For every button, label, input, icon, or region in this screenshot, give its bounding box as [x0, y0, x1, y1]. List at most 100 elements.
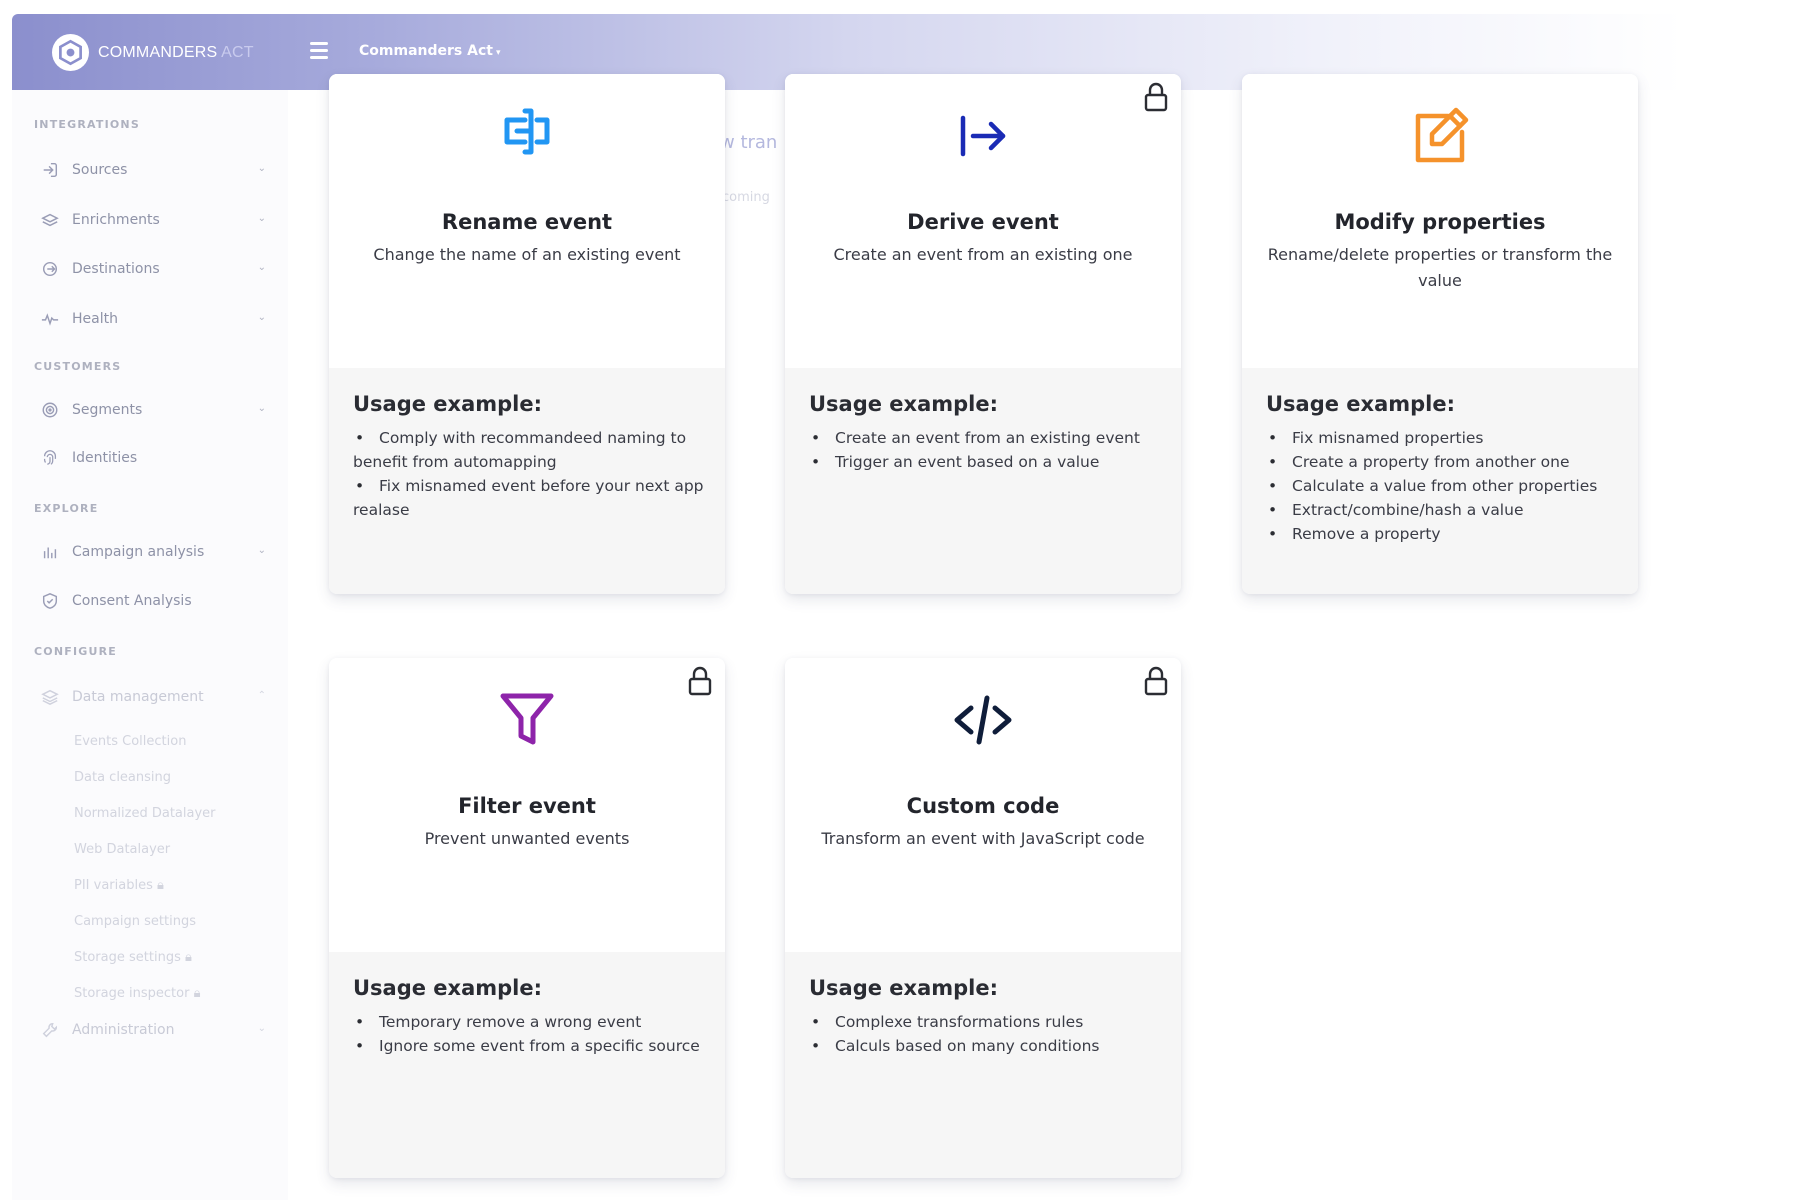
- logo-hexagon-icon: [52, 34, 89, 71]
- usage-list: Comply with recommandeed naming to benef…: [353, 426, 705, 522]
- pulse-icon: [40, 309, 60, 329]
- card-modify-properties[interactable]: Modify properties Rename/delete properti…: [1242, 74, 1638, 594]
- logo-text: COMMANDERS ACT: [98, 43, 254, 61]
- background-heading: w tran: [720, 132, 778, 153]
- section-customers: CUSTOMERS: [34, 360, 122, 373]
- edit-icon: [1408, 104, 1472, 168]
- usage-item: Remove a property: [1266, 522, 1618, 546]
- sidebar-subitem-storage-settings[interactable]: Storage settings 🔒︎: [74, 950, 192, 965]
- sidebar-item-health[interactable]: Health ⌄: [40, 305, 276, 333]
- card-custom-code[interactable]: Custom code Transform an event with Java…: [785, 658, 1181, 1178]
- sidebar-subitem-web-datalayer[interactable]: Web Datalayer: [74, 842, 170, 857]
- lock-icon: 🔒︎: [157, 878, 164, 893]
- chevron-down-icon: ⌄: [257, 262, 266, 273]
- sidebar-subitem-label: Storage settings: [74, 950, 181, 965]
- arrow-right-to-line-icon: [951, 104, 1015, 168]
- sidebar-item-consent-analysis[interactable]: Consent Analysis: [40, 587, 276, 615]
- chevron-down-icon: ⌄: [257, 163, 266, 174]
- card-header: Custom code Transform an event with Java…: [785, 658, 1181, 952]
- usage-item: Temporary remove a wrong event: [353, 1010, 705, 1034]
- usage-title: Usage example:: [809, 392, 999, 416]
- card-title: Modify properties: [1334, 210, 1546, 234]
- sidebar-item-label: Consent Analysis: [72, 593, 192, 609]
- sidebar-item-segments[interactable]: Segments ⌄: [40, 396, 276, 424]
- usage-item: Comply with recommandeed naming to benef…: [353, 426, 705, 474]
- sidebar-item-label: Data management: [72, 689, 204, 705]
- card-title: Custom code: [906, 794, 1060, 818]
- sidebar-item-label: Enrichments: [72, 212, 160, 228]
- card-description: Change the name of an existing event: [373, 245, 681, 264]
- usage-title: Usage example:: [809, 976, 999, 1000]
- card-title: Rename event: [441, 210, 613, 234]
- sidebar-item-identities[interactable]: Identities: [40, 444, 276, 472]
- sidebar-item-administration[interactable]: Administration ⌄: [40, 1016, 276, 1044]
- sidebar-item-label: Sources: [72, 162, 128, 178]
- sidebar-subitem-events-collection[interactable]: Events Collection: [74, 734, 186, 749]
- logo[interactable]: COMMANDERS ACT: [52, 34, 254, 71]
- usage-section: Usage example: Complexe transformations …: [785, 952, 1181, 1178]
- sidebar-item-label: Campaign analysis: [72, 544, 205, 560]
- fingerprint-icon: [40, 448, 60, 468]
- card-rename-event[interactable]: Rename event Change the name of an exist…: [329, 74, 725, 594]
- lock-icon: 🔒︎: [184, 950, 192, 965]
- chevron-up-icon: ⌃: [257, 690, 266, 701]
- sidebar-item-destinations[interactable]: Destinations ⌄: [40, 255, 276, 283]
- sidebar-subitem-normalized-datalayer[interactable]: Normalized Datalayer: [74, 806, 216, 821]
- card-description: Create an event from an existing one: [833, 245, 1133, 264]
- usage-item: Fix misnamed event before your next app …: [353, 474, 705, 522]
- sidebar-item-campaign-analysis[interactable]: Campaign analysis ⌄: [40, 538, 276, 566]
- usage-item: Create a property from another one: [1266, 450, 1618, 474]
- target-icon: [40, 400, 60, 420]
- usage-section: Usage example: Fix misnamed properties C…: [1242, 368, 1638, 594]
- usage-title: Usage example:: [1266, 392, 1456, 416]
- card-title: Derive event: [907, 210, 1059, 234]
- usage-item: Calculate a value from other properties: [1266, 474, 1618, 498]
- usage-list: Create an event from an existing event T…: [809, 426, 1161, 474]
- sidebar-item-sources[interactable]: Sources ⌄: [40, 156, 276, 184]
- usage-item: Trigger an event based on a value: [809, 450, 1161, 474]
- background-subtext: coming: [722, 190, 770, 205]
- card-description: Transform an event with JavaScript code: [821, 829, 1145, 848]
- chevron-down-icon: ⌄: [257, 1023, 266, 1034]
- sidebar-subitem-campaign-settings[interactable]: Campaign settings: [74, 914, 196, 929]
- card-header: Derive event Create an event from an exi…: [785, 74, 1181, 368]
- card-description: Prevent unwanted events: [424, 829, 630, 848]
- sidebar-subitem-label: PII variables: [74, 878, 153, 893]
- sidebar-item-label: Health: [72, 311, 118, 327]
- account-selector[interactable]: Commanders Act ▾: [359, 43, 500, 59]
- sidebar-item-enrichments[interactable]: Enrichments ⌄: [40, 206, 276, 234]
- card-filter-event[interactable]: Filter event Prevent unwanted events Usa…: [329, 658, 725, 1178]
- card-description: Rename/delete properties or transform th…: [1267, 245, 1613, 290]
- usage-list: Complexe transformations rules Calculs b…: [809, 1010, 1161, 1058]
- layers-plus-icon: [40, 210, 60, 230]
- hamburger-menu-icon[interactable]: [310, 42, 328, 59]
- sidebar-subitem-label: Storage inspector: [74, 986, 190, 1001]
- code-icon: [951, 688, 1015, 752]
- chevron-down-icon: ⌄: [257, 403, 266, 414]
- usage-section: Usage example: Comply with recommandeed …: [329, 368, 725, 594]
- sidebar-subitem-pii-variables[interactable]: PII variables 🔒︎: [74, 878, 164, 893]
- sidebar-item-data-management[interactable]: Data management ⌃: [40, 683, 276, 711]
- card-header: Rename event Change the name of an exist…: [329, 74, 725, 368]
- usage-item: Complexe transformations rules: [809, 1010, 1161, 1034]
- chevron-down-icon: ⌄: [257, 213, 266, 224]
- funnel-icon: [495, 688, 559, 752]
- usage-list: Fix misnamed properties Create a propert…: [1266, 426, 1618, 546]
- chevron-down-icon: ▾: [495, 48, 501, 58]
- sidebar-item-label: Administration: [72, 1022, 175, 1038]
- sign-in-icon: [40, 160, 60, 180]
- usage-section: Usage example: Create an event from an e…: [785, 368, 1181, 594]
- lock-icon: 🔒︎: [193, 986, 201, 1001]
- lock-icon: [1143, 82, 1169, 112]
- card-header: Filter event Prevent unwanted events: [329, 658, 725, 952]
- section-integrations: INTEGRATIONS: [34, 118, 140, 131]
- chevron-down-icon: ⌄: [257, 545, 266, 556]
- sidebar-item-label: Destinations: [72, 261, 160, 277]
- rename-icon: [495, 104, 559, 168]
- usage-item: Ignore some event from a specific source: [353, 1034, 705, 1058]
- bar-chart-icon: [40, 542, 60, 562]
- sidebar-subitem-data-cleansing[interactable]: Data cleansing: [74, 770, 171, 785]
- card-derive-event[interactable]: Derive event Create an event from an exi…: [785, 74, 1181, 594]
- sidebar-subitem-storage-inspector[interactable]: Storage inspector 🔒︎: [74, 986, 200, 1001]
- layers-icon: [40, 687, 60, 707]
